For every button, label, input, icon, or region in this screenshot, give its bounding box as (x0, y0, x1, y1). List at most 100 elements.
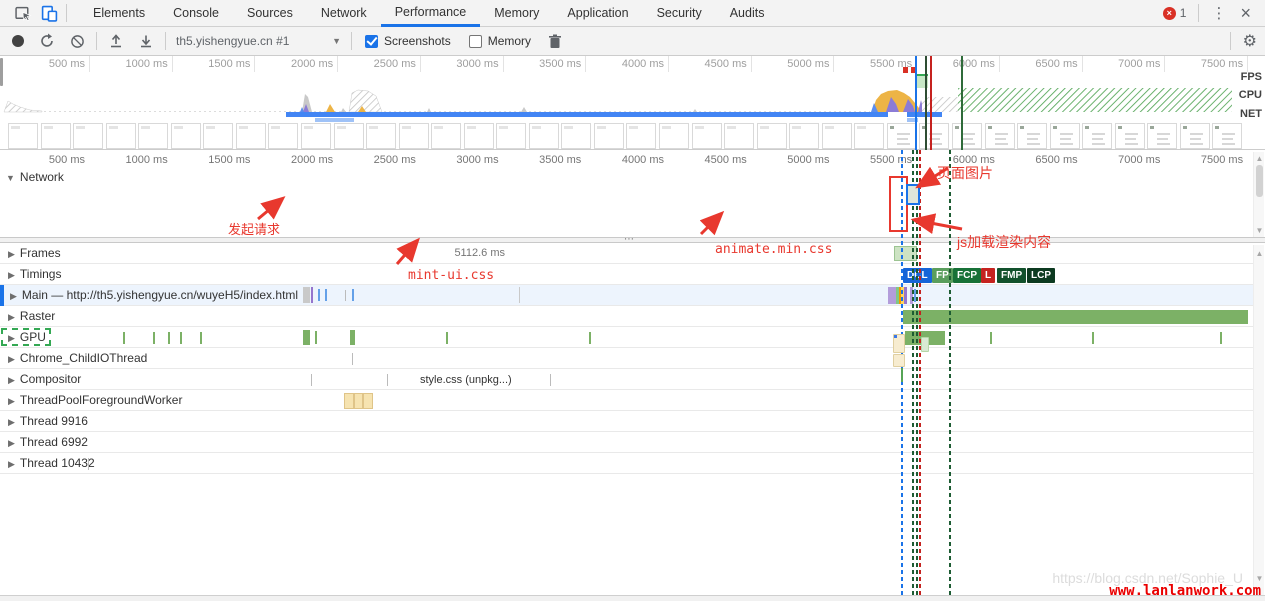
more-options-icon[interactable]: ⋮ (1203, 4, 1234, 22)
track-main[interactable]: ▶Main — http://th5.yishengyue.cn/wuyeH5/… (0, 285, 1253, 306)
tab-console[interactable]: Console (159, 0, 233, 27)
bottom-resize-strip[interactable] (0, 595, 1265, 601)
inspect-element-icon[interactable] (10, 1, 36, 25)
track-compositor[interactable]: ▶Compositor (0, 369, 1253, 390)
gpu-activity (153, 332, 155, 344)
scrollbar-thumb[interactable] (1256, 165, 1263, 197)
screenshot-thumbnail-blank[interactable] (594, 123, 624, 149)
screenshot-thumbnail-blank[interactable] (561, 123, 591, 149)
track-thread-10432[interactable]: ▶Thread 10432 (0, 453, 1253, 474)
network-section-toggle[interactable]: ▼Network (6, 170, 64, 184)
garbage-collect-icon[interactable] (543, 29, 567, 53)
screenshot-thumbnail-blank[interactable] (138, 123, 168, 149)
ruler-tick (585, 56, 586, 72)
track-thread-6992[interactable]: ▶Thread 6992 (0, 432, 1253, 453)
save-profile-icon[interactable] (134, 29, 158, 53)
main-activity (888, 287, 896, 304)
track-raster[interactable]: ▶Raster (0, 306, 1253, 327)
device-toolbar-icon[interactable] (36, 1, 62, 25)
screenshot-thumbnail-blank[interactable] (41, 123, 71, 149)
screenshot-thumbnail-blank[interactable] (692, 123, 722, 149)
screenshot-thumbnail-blank[interactable] (659, 123, 689, 149)
screenshot-thumbnail-content[interactable] (952, 123, 982, 149)
tab-memory[interactable]: Memory (480, 0, 553, 27)
track-thread-9916[interactable]: ▶Thread 9916 (0, 411, 1253, 432)
ruler-tick (420, 56, 421, 72)
screenshot-thumbnail-blank[interactable] (626, 123, 656, 149)
screenshot-thumbnail-blank[interactable] (268, 123, 298, 149)
error-badge-icon[interactable]: × (1163, 7, 1176, 20)
raster-activity-bar[interactable] (903, 310, 1248, 324)
track-frames[interactable]: ▶Frames 5112.6 ms (0, 243, 1253, 264)
network-ruler-label: 1500 ms (172, 154, 250, 166)
tracks-scrollbar[interactable]: ▲ ▼ (1253, 245, 1264, 595)
ruler-tick (337, 56, 338, 72)
load-profile-icon[interactable] (104, 29, 128, 53)
screenshot-thumbnail-blank[interactable] (854, 123, 884, 149)
screenshot-thumbnail-blank[interactable] (203, 123, 233, 149)
screenshot-thumbnail-blank[interactable] (366, 123, 396, 149)
tab-elements[interactable]: Elements (79, 0, 159, 27)
thread-activity (311, 374, 312, 386)
screenshot-thumbnail-content[interactable] (1050, 123, 1080, 149)
network-request-stylecss[interactable]: style.css (unpkg...) (415, 372, 517, 387)
tab-audits[interactable]: Audits (716, 0, 779, 27)
screenshots-checkbox[interactable]: Screenshots (365, 34, 451, 48)
screenshot-thumbnail-blank[interactable] (822, 123, 852, 149)
profile-select[interactable]: th5.yishengyue.cn #1 ▼ (176, 34, 341, 48)
track-gpu[interactable]: ▶GPU (0, 327, 1253, 348)
screenshot-thumbnail-content[interactable] (1017, 123, 1047, 149)
screenshot-thumbnail-blank[interactable] (171, 123, 201, 149)
screenshot-thumbnail-blank[interactable] (496, 123, 526, 149)
screenshot-thumbnail-blank[interactable] (334, 123, 364, 149)
screenshot-thumbnail-blank[interactable] (724, 123, 754, 149)
tab-network[interactable]: Network (307, 0, 381, 27)
clear-icon[interactable] (65, 29, 89, 53)
tab-performance[interactable]: Performance (381, 0, 481, 27)
screenshot-thumbnail-blank[interactable] (789, 123, 819, 149)
screenshot-thumbnail-blank[interactable] (236, 123, 266, 149)
screenshot-thumbnail-content[interactable] (1180, 123, 1210, 149)
threadpool-task (344, 393, 354, 409)
track-chrome-childiothread[interactable]: ▶Chrome_ChildIOThread (0, 348, 1253, 369)
screenshot-thumbnail-blank[interactable] (757, 123, 787, 149)
record-button[interactable] (12, 35, 24, 47)
scroll-down-icon[interactable]: ▼ (1254, 574, 1265, 583)
network-request-block[interactable] (921, 337, 929, 352)
network-request-block[interactable] (893, 354, 905, 367)
memory-checkbox[interactable]: Memory (469, 34, 531, 48)
screenshot-thumbnail-content[interactable] (985, 123, 1015, 149)
performance-toolbar: th5.yishengyue.cn #1 ▼ Screenshots Memor… (0, 27, 1265, 56)
track-threadpool[interactable]: ▶ThreadPoolForegroundWorker (0, 390, 1253, 411)
screenshot-thumbnail-content[interactable] (1115, 123, 1145, 149)
screenshot-thumbnail-content[interactable] (1212, 123, 1242, 149)
fps-lane-label: FPS (1241, 71, 1262, 83)
screenshot-thumbnail-blank[interactable] (73, 123, 103, 149)
screenshot-thumbnail-blank[interactable] (431, 123, 461, 149)
scroll-up-icon[interactable]: ▲ (1254, 249, 1265, 258)
gpu-activity (1092, 332, 1094, 344)
screenshot-thumbnail-blank[interactable] (301, 123, 331, 149)
network-request-block[interactable] (893, 334, 905, 353)
overview-left-handle[interactable] (0, 58, 3, 86)
track-timings[interactable]: ▶Timings DCL FP FCP L FMP LCP (0, 264, 1253, 285)
screenshot-thumbnail-blank[interactable] (529, 123, 559, 149)
screenshot-thumbnail-blank[interactable] (464, 123, 494, 149)
screenshot-thumbnail-content[interactable] (1147, 123, 1177, 149)
capture-settings-icon[interactable]: ⚙ (1243, 31, 1257, 51)
tab-sources[interactable]: Sources (233, 0, 307, 27)
screenshot-thumbnail-content[interactable] (887, 123, 917, 149)
reload-and-profile-icon[interactable] (35, 29, 59, 53)
screenshot-thumbnail-content[interactable] (1082, 123, 1112, 149)
gpu-activity (200, 332, 202, 344)
screenshot-thumbnail-blank[interactable] (106, 123, 136, 149)
tab-application[interactable]: Application (553, 0, 642, 27)
screenshot-thumbnail-blank[interactable] (8, 123, 38, 149)
scroll-down-icon[interactable]: ▼ (1254, 226, 1265, 235)
close-devtools-icon[interactable]: × (1234, 4, 1257, 22)
network-scrollbar[interactable]: ▲ ▼ (1253, 152, 1264, 237)
screenshot-thumbnail-content[interactable] (919, 123, 949, 149)
tab-security[interactable]: Security (643, 0, 716, 27)
screenshot-thumbnail-blank[interactable] (399, 123, 429, 149)
scroll-up-icon[interactable]: ▲ (1254, 154, 1265, 163)
